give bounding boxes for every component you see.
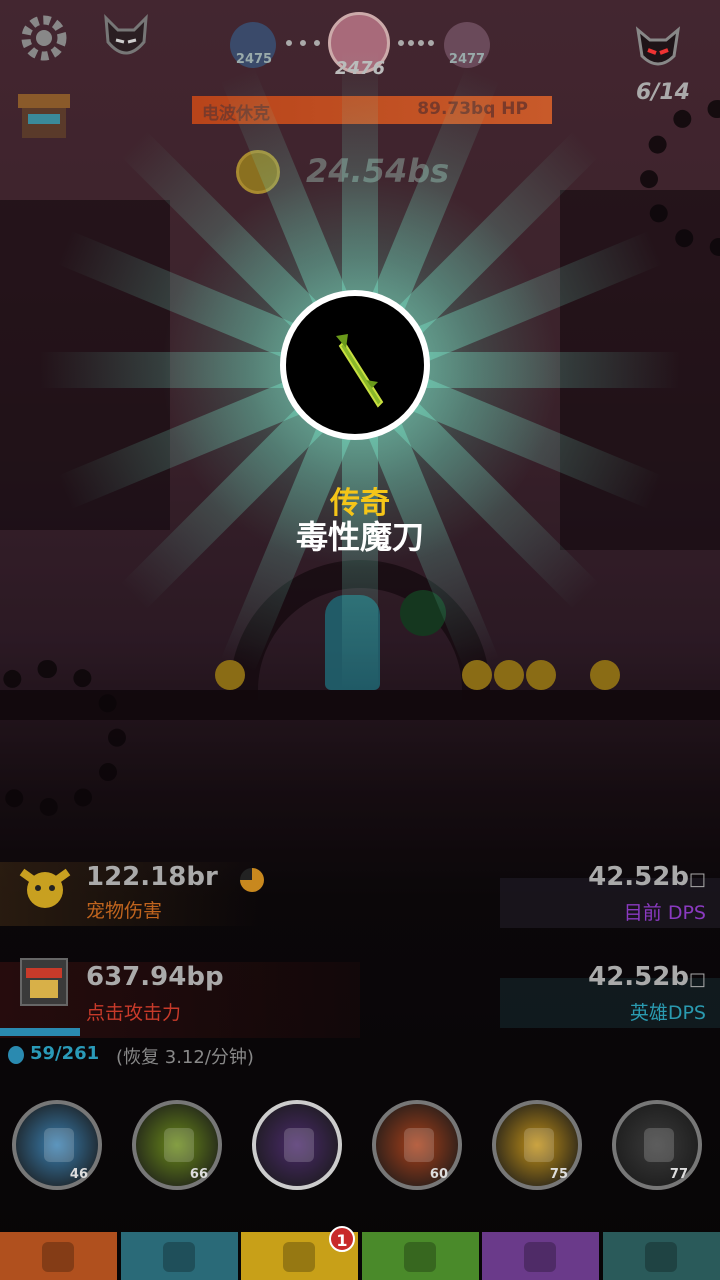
tab-sword[interactable]: [0, 1232, 117, 1280]
tap-damage-label: 点击攻击力: [86, 1002, 182, 1024]
mana-potion-icon: [8, 1046, 24, 1064]
stage-connector: [398, 40, 434, 52]
tab-helmet[interactable]: [120, 1232, 238, 1280]
hero-dps-number: 42.52b: [588, 962, 689, 992]
tab-star[interactable]: [602, 1232, 720, 1280]
game-screen[interactable]: 2475 2476 2477 6/14 电波休克 89.73bq HP 24.5…: [0, 0, 720, 1280]
angel-skill-button[interactable]: 46: [12, 1100, 102, 1190]
current-dps-value: 42.52b□: [588, 862, 706, 892]
blade-icon: [404, 1128, 434, 1162]
skill-level: 77: [669, 1167, 688, 1182]
mana-regen: (恢复 3.12/分钟): [116, 1047, 254, 1068]
notification-badge: 1: [329, 1226, 355, 1252]
stage-connector: [286, 40, 320, 52]
hero-portrait-icon[interactable]: [20, 958, 68, 1006]
tab-armor[interactable]: 1: [241, 1226, 358, 1280]
pet-damage-value: 122.18br: [86, 862, 218, 892]
current-dps-number: 42.52b: [588, 862, 689, 892]
sword-icon: [164, 1128, 194, 1162]
stage-number-next: 2477: [448, 52, 486, 67]
shop-stall-icon[interactable]: [14, 90, 74, 140]
sword-tab-icon: [42, 1242, 74, 1272]
armor-tab-icon: [283, 1242, 315, 1272]
stage-number-prev: 2475: [235, 52, 273, 67]
boss-progress-count: 6/14: [636, 80, 690, 105]
gear-icon[interactable]: [18, 12, 70, 64]
blade-skill-button[interactable]: 60: [372, 1100, 462, 1190]
pet-attack-timer-icon: [240, 868, 264, 892]
boss-demon-icon[interactable]: [634, 26, 682, 70]
heart-tab-icon: [524, 1242, 556, 1272]
tap-damage-value: 637.94bp: [86, 962, 224, 992]
skill-level: 46: [69, 1167, 88, 1182]
poison-blade-icon: [336, 334, 384, 408]
skill-level: 75: [549, 1167, 568, 1182]
crown-coin-skill-button[interactable]: [252, 1100, 342, 1190]
weapons-skill-button[interactable]: 75: [492, 1100, 582, 1190]
hero-dps-unit-box: □: [688, 969, 706, 990]
shadow-skill-button[interactable]: 77: [612, 1100, 702, 1190]
hero-dps-value: 42.52b□: [588, 962, 706, 992]
shadow-icon: [644, 1128, 674, 1162]
tab-pet[interactable]: [361, 1232, 479, 1280]
weapons-icon: [524, 1128, 554, 1162]
mana-value: 59/261: [30, 1043, 100, 1064]
pet-tab-icon: [403, 1242, 436, 1272]
helmet-tab-icon: [162, 1242, 195, 1272]
crown-coin-icon: [284, 1128, 314, 1162]
pet-damage-label: 宠物伤害: [86, 900, 163, 922]
star-tab-icon: [644, 1242, 677, 1272]
hero-dps-label: 英雄DPS: [629, 1002, 706, 1024]
current-dps-label: 目前 DPS: [623, 902, 706, 924]
tap-damage-progress: [0, 1028, 80, 1036]
demon-mask-icon[interactable]: [98, 12, 154, 64]
angel-icon: [44, 1128, 74, 1162]
reward-item-frame[interactable]: [280, 290, 430, 440]
tab-heart[interactable]: [482, 1232, 599, 1280]
skill-level: 66: [189, 1167, 208, 1182]
skill-level: 60: [429, 1167, 448, 1182]
sword-skill-button[interactable]: 66: [132, 1100, 222, 1190]
reward-item-name: 毒性魔刀: [295, 518, 424, 556]
current-dps-unit-box: □: [688, 869, 706, 890]
pet-icon[interactable]: [16, 862, 74, 912]
